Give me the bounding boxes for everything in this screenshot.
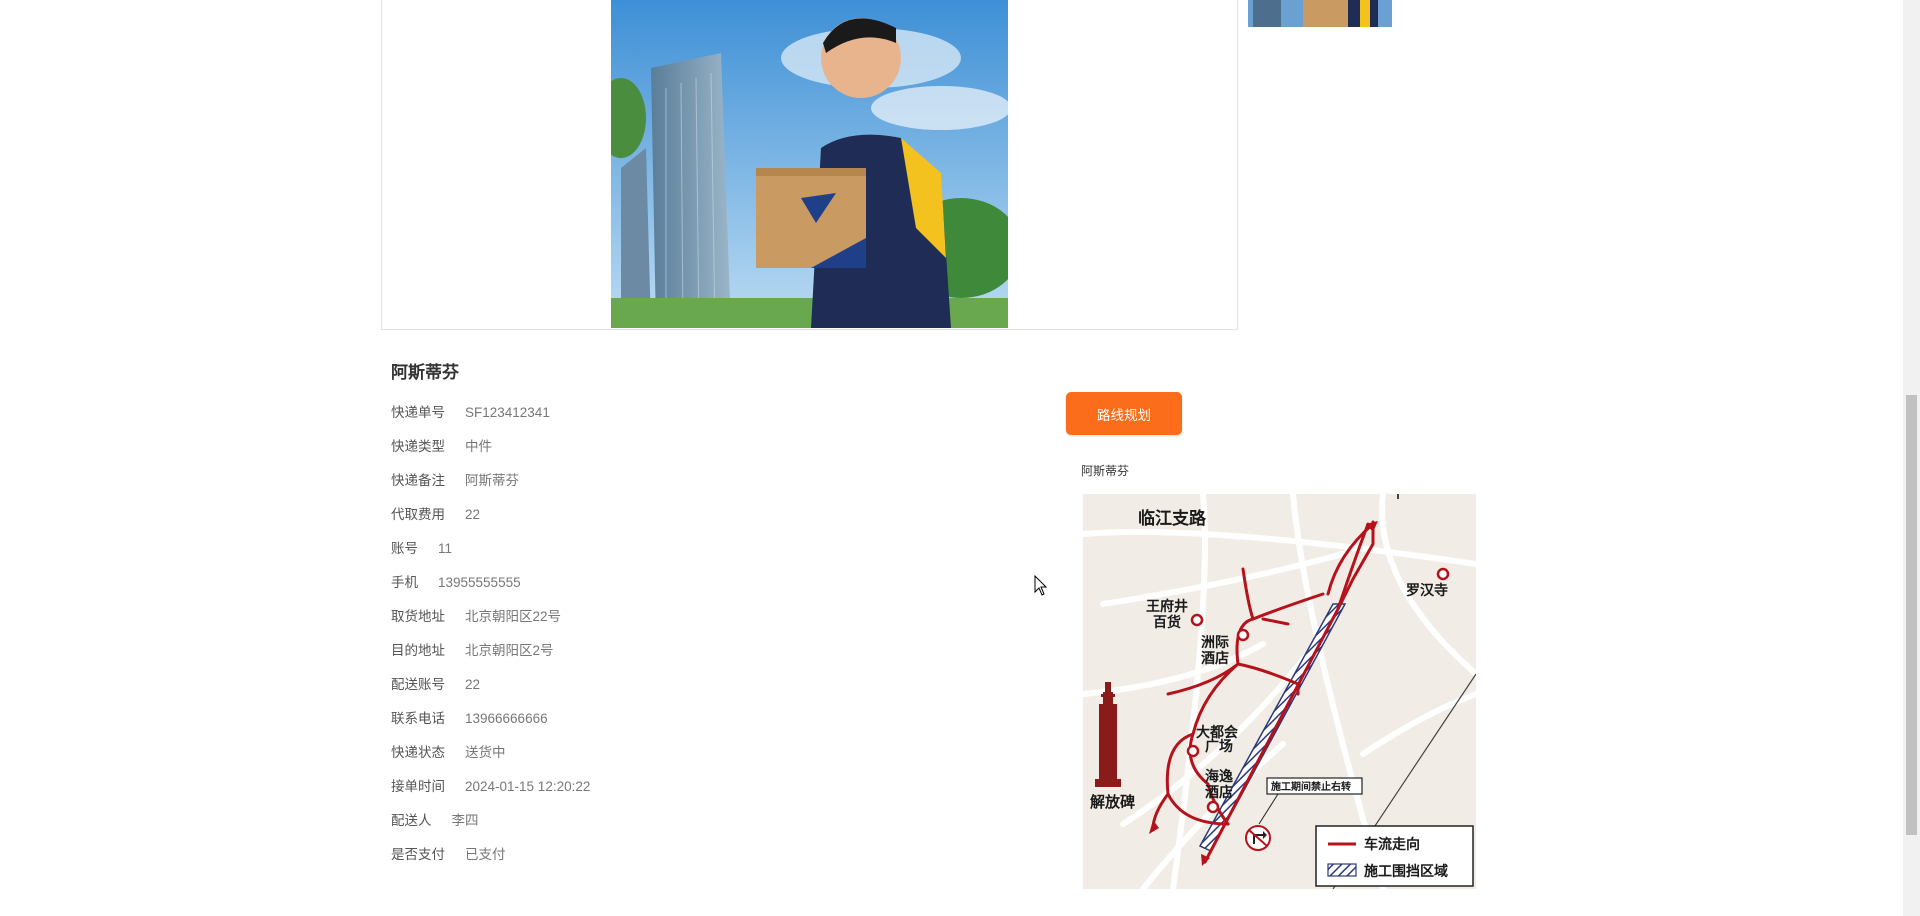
- detail-row: 快递单号 SF123412341: [391, 396, 1011, 430]
- detail-value: 已支付: [465, 847, 506, 862]
- detail-label: 联系电话: [391, 711, 445, 726]
- map-label-haiyi-2: 酒店: [1205, 784, 1233, 800]
- detail-row: 配送账号 22: [391, 668, 1011, 702]
- detail-row: 手机 13955555555: [391, 566, 1011, 600]
- map-legend: 车流走向 施工围挡区域: [1315, 825, 1474, 887]
- detail-row: 目的地址 北京朝阳区2号: [391, 634, 1011, 668]
- detail-value: 22: [465, 677, 481, 692]
- detail-value: 中件: [465, 439, 492, 454]
- detail-row: 快递类型 中件: [391, 430, 1011, 464]
- detail-value: 22: [465, 507, 481, 522]
- scrollbar-thumb[interactable]: [1906, 395, 1917, 835]
- detail-label: 快递类型: [391, 439, 445, 454]
- map-label-no-turn: 施工期间禁止右转: [1271, 780, 1351, 793]
- detail-value: SF123412341: [465, 405, 550, 420]
- detail-label: 快递备注: [391, 473, 445, 488]
- map-label-zhouji-2: 酒店: [1201, 650, 1229, 666]
- detail-label: 是否支付: [391, 847, 445, 862]
- map-label-wangfujing-2: 百货: [1153, 614, 1181, 630]
- detail-value: 2024-01-15 12:20:22: [465, 779, 591, 794]
- detail-row: 配送人 李四: [391, 804, 1011, 838]
- thumbnail-image[interactable]: [1248, 0, 1392, 27]
- detail-label: 取货地址: [391, 609, 445, 624]
- route-planning-button[interactable]: 路线规划: [1066, 392, 1182, 435]
- mouse-cursor-icon: [1034, 575, 1048, 596]
- detail-value: 北京朝阳区2号: [465, 643, 554, 658]
- map-label-road: 临江支路: [1138, 508, 1207, 528]
- route-map: 临江支路 王府井 百货 洲际 酒店 罗汉寺 大都会 广场 海逸 酒店 解放碑 施…: [1083, 494, 1476, 889]
- detail-row: 快递备注 阿斯蒂芬: [391, 464, 1011, 498]
- detail-label: 账号: [391, 541, 418, 556]
- detail-value: 阿斯蒂芬: [465, 473, 519, 488]
- detail-label: 接单时间: [391, 779, 445, 794]
- map-label-dadu-2: 广场: [1205, 738, 1233, 754]
- map-label-wangfujing-1: 王府井: [1146, 598, 1188, 614]
- map-caption: 阿斯蒂芬: [1081, 464, 1130, 478]
- detail-row: 代取费用 22: [391, 498, 1011, 532]
- legend-construction: 施工围挡区域: [1364, 863, 1448, 879]
- map-label-zhouji-1: 洲际: [1201, 634, 1229, 650]
- detail-row: 联系电话 13966666666: [391, 702, 1011, 736]
- detail-row: 是否支付 已支付: [391, 838, 1011, 872]
- detail-label: 快递状态: [391, 745, 445, 760]
- detail-label: 快递单号: [391, 405, 445, 420]
- detail-label: 目的地址: [391, 643, 445, 658]
- detail-value: 13966666666: [465, 711, 548, 726]
- map-label-jiefangbei: 解放碑: [1090, 793, 1135, 811]
- detail-label: 配送人: [391, 813, 432, 828]
- detail-value: 送货中: [465, 745, 506, 760]
- detail-value: 11: [438, 541, 453, 556]
- detail-value: 李四: [451, 813, 479, 828]
- courier-photo: [611, 0, 1008, 328]
- detail-label: 配送账号: [391, 677, 445, 692]
- detail-value: 13955555555: [438, 575, 521, 590]
- detail-title: 阿斯蒂芬: [391, 363, 459, 382]
- detail-row: 快递状态 送货中: [391, 736, 1011, 770]
- detail-label: 手机: [391, 575, 418, 590]
- detail-row: 账号 11: [391, 532, 1011, 566]
- map-label-luohan: 罗汉寺: [1406, 582, 1448, 598]
- detail-row: 取货地址 北京朝阳区22号: [391, 600, 1011, 634]
- detail-value: 北京朝阳区22号: [465, 609, 562, 624]
- order-detail: 阿斯蒂芬 快递单号 SF123412341 快递类型 中件快递备注 阿斯蒂芬代取费用 22…: [391, 360, 1011, 872]
- detail-row: 接单时间 2024-01-15 12:20:22: [391, 770, 1011, 804]
- map-label-haiyi-1: 海逸: [1205, 768, 1233, 784]
- legend-traffic: 车流走向: [1364, 836, 1420, 852]
- detail-label: 代取费用: [391, 507, 445, 522]
- image-card: [381, 0, 1238, 330]
